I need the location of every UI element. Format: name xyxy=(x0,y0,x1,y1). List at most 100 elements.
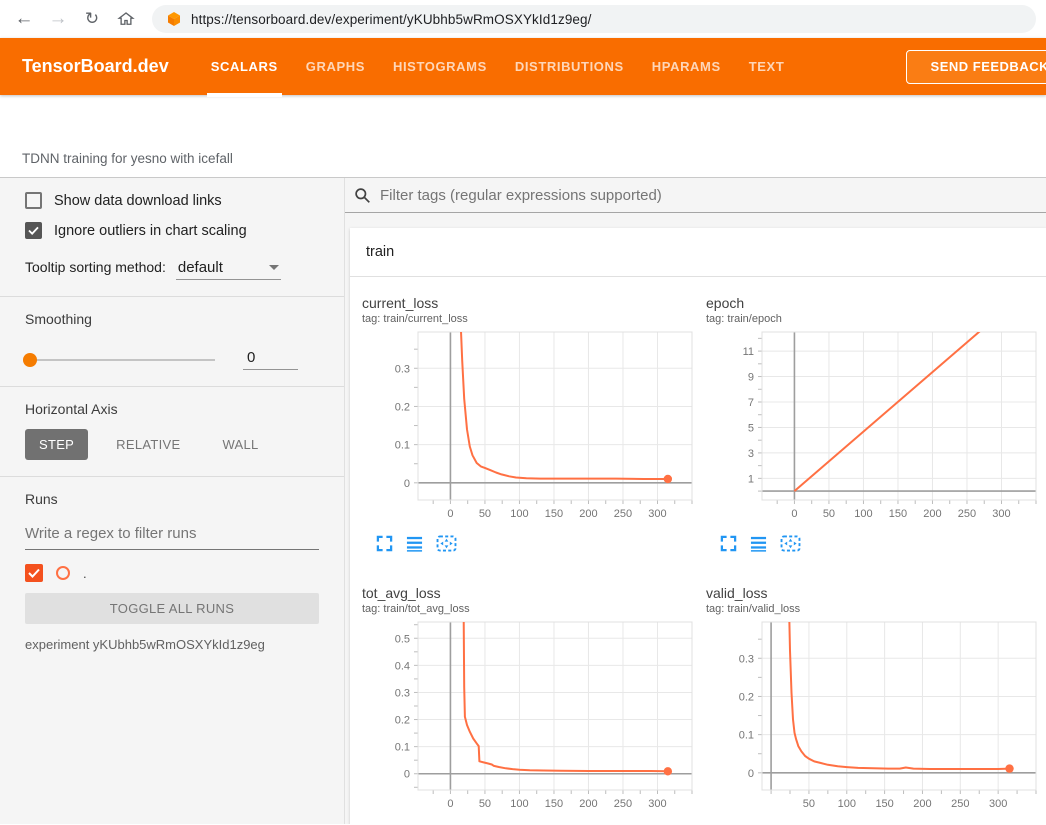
tab-hparams[interactable]: HPARAMS xyxy=(638,38,735,95)
smoothing-section: Smoothing 0 xyxy=(0,311,344,387)
svg-text:50: 50 xyxy=(479,508,491,520)
svg-text:5: 5 xyxy=(748,422,754,434)
runs-label: Runs xyxy=(25,491,319,507)
svg-text:3: 3 xyxy=(748,448,754,460)
nav-tabs: SCALARSGRAPHSHISTOGRAMSDISTRIBUTIONSHPAR… xyxy=(197,38,906,95)
send-feedback-button[interactable]: SEND FEEDBACK xyxy=(906,50,1046,84)
smoothing-label: Smoothing xyxy=(25,311,319,327)
smoothing-slider[interactable] xyxy=(25,359,215,361)
svg-text:0.3: 0.3 xyxy=(395,687,410,699)
check-icon xyxy=(28,568,40,578)
address-bar[interactable]: https://tensorboard.dev/experiment/yKUbh… xyxy=(152,5,1036,33)
url-text: https://tensorboard.dev/experiment/yKUbh… xyxy=(191,12,592,27)
svg-text:150: 150 xyxy=(545,508,563,520)
tab-scalars[interactable]: SCALARS xyxy=(197,38,292,95)
tag-filter-input[interactable] xyxy=(380,187,1046,204)
general-settings-section: Show data download links Ignore outliers … xyxy=(0,192,344,297)
svg-text:0.3: 0.3 xyxy=(395,363,410,375)
svg-text:250: 250 xyxy=(614,798,632,810)
chart-tag: tag: train/epoch xyxy=(706,312,1038,326)
runs-section: Runs . TOGGLE ALL RUNS experiment yKUbhb… xyxy=(0,491,344,668)
svg-text:0: 0 xyxy=(447,508,453,520)
run-color-swatch xyxy=(56,566,70,580)
svg-text:0.2: 0.2 xyxy=(739,691,754,703)
fit-domain-icon[interactable] xyxy=(780,535,801,552)
slider-thumb[interactable] xyxy=(23,353,37,367)
checkbox-unchecked-icon[interactable] xyxy=(25,192,42,209)
checkbox-row[interactable]: Ignore outliers in chart scaling xyxy=(25,222,319,239)
axis-option-wall[interactable]: WALL xyxy=(208,429,272,460)
line-chart-current_loss[interactable]: 05010015020025030000.10.20.3 xyxy=(362,328,698,528)
tooltip-sorting-dropdown[interactable]: default xyxy=(176,259,281,280)
horizontal-axis-options: STEP RELATIVE WALL xyxy=(25,429,319,460)
forward-icon[interactable]: → xyxy=(44,5,72,33)
svg-text:7: 7 xyxy=(748,397,754,409)
svg-text:300: 300 xyxy=(648,798,666,810)
home-icon xyxy=(117,10,135,28)
fit-domain-icon[interactable] xyxy=(436,535,457,552)
run-row: . xyxy=(25,564,319,582)
svg-text:0: 0 xyxy=(447,798,453,810)
svg-text:0.1: 0.1 xyxy=(395,440,410,452)
line-chart-valid_loss[interactable]: 5010015020025030000.10.20.3 xyxy=(706,618,1042,818)
line-chart-tot_avg_loss[interactable]: 05010015020025030000.10.20.30.40.5 xyxy=(362,618,698,818)
search-icon xyxy=(354,187,371,204)
svg-text:200: 200 xyxy=(579,798,597,810)
chart-card-epoch: epochtag: train/epoch0501001502002503001… xyxy=(694,277,1038,567)
axis-option-step[interactable]: STEP xyxy=(25,429,88,460)
svg-text:250: 250 xyxy=(951,798,969,810)
chart-title: epoch xyxy=(706,295,1038,312)
svg-text:300: 300 xyxy=(648,508,666,520)
checkbox-row[interactable]: Show data download links xyxy=(25,192,319,209)
chart-card-tot_avg_loss: tot_avg_losstag: train/tot_avg_loss05010… xyxy=(350,567,694,824)
run-name: . xyxy=(83,566,87,581)
tab-text[interactable]: TEXT xyxy=(735,38,799,95)
checkbox-label: Ignore outliers in chart scaling xyxy=(54,223,247,239)
chevron-down-icon xyxy=(269,265,279,270)
log-scale-icon[interactable] xyxy=(750,535,767,552)
toggle-all-runs-button[interactable]: TOGGLE ALL RUNS xyxy=(25,593,319,624)
tag-group-header[interactable]: train xyxy=(350,228,1046,277)
svg-text:0: 0 xyxy=(404,478,410,490)
line-chart-epoch[interactable]: 0501001502002503001357911 xyxy=(706,328,1042,528)
home-icon[interactable] xyxy=(112,5,140,33)
experiment-id-label: experiment yKUbhb5wRmOSXYkId1z9eg xyxy=(25,637,319,652)
tooltip-sorting-row: Tooltip sorting method: default xyxy=(25,259,319,280)
runs-filter-input[interactable] xyxy=(25,519,319,550)
smoothing-value[interactable]: 0 xyxy=(243,349,298,370)
svg-text:0.1: 0.1 xyxy=(739,730,754,742)
expand-chart-icon[interactable] xyxy=(720,535,737,552)
svg-text:250: 250 xyxy=(958,508,976,520)
tab-distributions[interactable]: DISTRIBUTIONS xyxy=(501,38,638,95)
charts-grid: current_losstag: train/current_loss05010… xyxy=(350,277,1046,824)
svg-text:0.3: 0.3 xyxy=(739,653,754,665)
chart-title: tot_avg_loss xyxy=(362,585,694,602)
checkbox-checked-icon[interactable] xyxy=(25,222,42,239)
svg-text:0.1: 0.1 xyxy=(395,742,410,754)
svg-text:300: 300 xyxy=(992,508,1010,520)
experiment-title: TDNN training for yesno with icefall xyxy=(22,151,233,166)
run-checkbox[interactable] xyxy=(25,564,43,582)
tab-graphs[interactable]: GRAPHS xyxy=(292,38,379,95)
back-icon[interactable]: ← xyxy=(10,5,38,33)
checkbox-label: Show data download links xyxy=(54,193,222,209)
log-scale-icon[interactable] xyxy=(406,535,423,552)
tab-histograms[interactable]: HISTOGRAMS xyxy=(379,38,501,95)
settings-sidebar: Show data download links Ignore outliers … xyxy=(0,178,345,824)
chart-tag: tag: train/tot_avg_loss xyxy=(362,602,694,616)
svg-text:50: 50 xyxy=(823,508,835,520)
horizontal-axis-section: Horizontal Axis STEPRELATIVEWALL xyxy=(0,401,344,477)
chart-title: valid_loss xyxy=(706,585,1038,602)
expand-chart-icon[interactable] xyxy=(376,535,393,552)
svg-text:9: 9 xyxy=(748,372,754,384)
svg-text:150: 150 xyxy=(875,798,893,810)
tooltip-sorting-value: default xyxy=(178,259,255,276)
svg-text:0.2: 0.2 xyxy=(395,715,410,727)
reload-icon[interactable]: ↻ xyxy=(78,5,106,33)
svg-text:250: 250 xyxy=(614,508,632,520)
axis-option-relative[interactable]: RELATIVE xyxy=(102,429,194,460)
dashboard-main: train current_losstag: train/current_los… xyxy=(345,178,1046,824)
chart-card-current_loss: current_losstag: train/current_loss05010… xyxy=(350,277,694,567)
svg-text:0: 0 xyxy=(791,508,797,520)
chart-tag: tag: train/valid_loss xyxy=(706,602,1038,616)
